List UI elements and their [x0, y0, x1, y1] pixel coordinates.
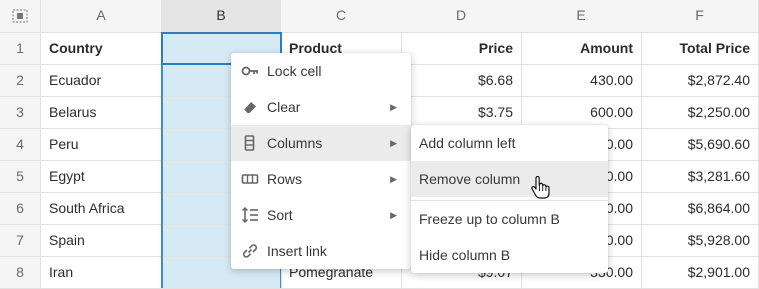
hand-cursor-icon	[531, 176, 550, 199]
submenu-item-label: Hide column B	[419, 247, 511, 263]
row-header[interactable]: 8	[0, 257, 41, 289]
cell[interactable]: $2,872.40	[641, 65, 759, 97]
cell[interactable]: Spain	[41, 225, 162, 257]
columns-icon	[244, 135, 255, 151]
select-all-corner[interactable]	[0, 0, 41, 33]
row-header[interactable]: 7	[0, 225, 41, 257]
link-icon	[242, 244, 258, 258]
row-header[interactable]: 4	[0, 129, 41, 161]
cell[interactable]: $2,901.00	[641, 257, 759, 289]
submenu-arrow-icon: ▶	[390, 102, 397, 112]
submenu-item-remove-column[interactable]: Remove column	[411, 161, 608, 197]
sort-icon	[241, 206, 258, 224]
submenu-item-hide-column[interactable]: Hide column B	[411, 237, 608, 273]
menu-item-insert-link[interactable]: Insert link	[231, 233, 411, 269]
select-all-icon	[12, 9, 28, 23]
cell[interactable]: $2,250.00	[641, 97, 759, 129]
cell[interactable]: $5,928.00	[641, 225, 759, 257]
menu-item-label: Rows	[267, 171, 303, 187]
cell[interactable]: Country	[41, 33, 162, 65]
menu-item-label: Lock cell	[267, 63, 322, 79]
menu-item-rows[interactable]: Rows ▶	[231, 161, 411, 197]
menu-item-lock-cell[interactable]: Lock cell	[231, 53, 411, 89]
menu-item-label: Columns	[267, 135, 323, 151]
context-menu: Lock cell Clear ▶ Columns ▶ Rows ▶ Sort …	[231, 53, 411, 269]
submenu-item-add-column-left[interactable]: Add column left	[411, 125, 608, 161]
columns-submenu: Add column left Remove column Freeze up …	[411, 125, 608, 273]
menu-item-label: Insert link	[267, 243, 327, 259]
submenu-item-label: Remove column	[419, 171, 521, 187]
row-header[interactable]: 3	[0, 97, 41, 129]
key-icon	[241, 66, 258, 76]
column-header-a[interactable]: A	[41, 0, 162, 33]
menu-item-columns[interactable]: Columns ▶	[231, 125, 411, 161]
column-header-e[interactable]: E	[521, 0, 642, 33]
submenu-item-label: Freeze up to column B	[419, 211, 560, 227]
column-header-c[interactable]: C	[281, 0, 402, 33]
cell[interactable]: $5,690.60	[641, 129, 759, 161]
menu-item-label: Sort	[267, 207, 293, 223]
row-header[interactable]: 1	[0, 33, 41, 65]
cell[interactable]: Iran	[41, 257, 162, 289]
cell[interactable]: South Africa	[41, 193, 162, 225]
cell[interactable]: Ecuador	[41, 65, 162, 97]
submenu-item-label: Add column left	[419, 135, 516, 151]
column-selection-border	[161, 32, 163, 288]
submenu-item-freeze-column[interactable]: Freeze up to column B	[411, 201, 608, 237]
cell[interactable]: $6,864.00	[641, 193, 759, 225]
cell[interactable]: Peru	[41, 129, 162, 161]
eraser-icon	[243, 102, 256, 114]
menu-item-sort[interactable]: Sort ▶	[231, 197, 411, 233]
row-header[interactable]: 2	[0, 65, 41, 97]
cell[interactable]: Amount	[521, 33, 642, 65]
menu-item-clear[interactable]: Clear ▶	[231, 89, 411, 125]
cell[interactable]: 430.00	[521, 65, 642, 97]
menu-item-label: Clear	[267, 99, 301, 115]
cell[interactable]: Egypt	[41, 161, 162, 193]
cell[interactable]: $3,281.60	[641, 161, 759, 193]
column-header-d[interactable]: D	[401, 0, 522, 33]
column-header-b[interactable]: B	[161, 0, 282, 33]
row-header[interactable]: 5	[0, 161, 41, 193]
cell[interactable]: $6.68	[401, 65, 522, 97]
cell[interactable]: Price	[401, 33, 522, 65]
submenu-arrow-icon: ▶	[390, 174, 397, 184]
submenu-arrow-icon: ▶	[390, 138, 397, 148]
submenu-arrow-icon: ▶	[390, 210, 397, 220]
cell[interactable]: Total Price	[641, 33, 759, 65]
column-header-f[interactable]: F	[641, 0, 759, 33]
cell[interactable]: Belarus	[41, 97, 162, 129]
rows-icon	[241, 174, 259, 184]
row-header[interactable]: 6	[0, 193, 41, 225]
